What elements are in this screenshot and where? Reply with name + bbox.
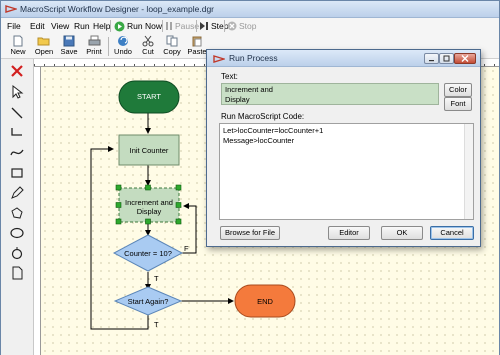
menu-run[interactable]: Run xyxy=(74,21,90,31)
save-button[interactable]: Save xyxy=(56,35,82,58)
print-label: Print xyxy=(86,47,102,56)
increment-display-label: Increment and Display xyxy=(125,198,173,216)
undo-icon xyxy=(118,36,128,46)
maximize-button[interactable] xyxy=(439,53,454,64)
circle-tool-icon[interactable] xyxy=(9,245,25,261)
copy-label: Copy xyxy=(163,47,181,56)
minimize-icon xyxy=(429,60,434,62)
menu-file[interactable]: File xyxy=(7,21,21,31)
text-label: Text: xyxy=(221,72,238,81)
save-label: Save xyxy=(60,47,78,56)
title-bar[interactable]: MacroScript Workflow Designer - loop_exa… xyxy=(1,1,499,18)
open-folder-icon xyxy=(37,37,50,46)
new-button[interactable]: New xyxy=(5,35,31,58)
menu-edit[interactable]: Edit xyxy=(30,21,45,31)
step-icon xyxy=(200,22,208,30)
new-label: New xyxy=(10,47,26,56)
print-button[interactable]: Print xyxy=(81,35,107,58)
copy-icon xyxy=(166,35,178,47)
toolbar-divider xyxy=(108,37,109,56)
stop-label: Stop xyxy=(239,21,257,31)
code-label: Run MacroScript Code: xyxy=(221,112,305,121)
app-logo-icon xyxy=(5,5,17,13)
false-branch-label: F xyxy=(184,244,189,253)
run-process-dialog: Run Process Text: Increment and Display … xyxy=(206,49,481,247)
run-now-button[interactable]: Run Now xyxy=(114,19,162,33)
stop-icon xyxy=(227,21,237,31)
pause-icon xyxy=(166,22,172,30)
macroscript-code-editor[interactable]: Let>locCounter=locCounter+1 Message>locC… xyxy=(219,123,474,220)
code-scrollbar[interactable] xyxy=(464,124,473,219)
text-value-line1: Increment and xyxy=(225,85,273,94)
main-window: MacroScript Workflow Designer - loop_exa… xyxy=(0,0,500,355)
code-line-1: Let>locCounter=locCounter+1 xyxy=(223,126,324,135)
run-now-icon xyxy=(114,21,125,31)
step-label: Step xyxy=(211,21,229,31)
connector-tool-icon[interactable] xyxy=(9,125,25,141)
pause-button[interactable]: Pause xyxy=(165,19,199,33)
paste-clipboard-icon xyxy=(192,36,202,47)
undo-label: Undo xyxy=(114,47,132,56)
ellipse-tool-icon[interactable] xyxy=(9,225,25,241)
stop-button[interactable]: Stop xyxy=(227,19,257,33)
minimize-button[interactable] xyxy=(424,53,439,64)
shape-palette xyxy=(1,59,34,355)
cut-button[interactable]: Cut xyxy=(135,35,161,58)
dialog-title-bar[interactable]: Run Process xyxy=(207,50,480,67)
init-counter-label: Init Counter xyxy=(129,146,169,155)
pen-tool-icon[interactable] xyxy=(9,185,25,201)
delete-red-x-icon[interactable] xyxy=(9,63,25,79)
copy-button[interactable]: Copy xyxy=(159,35,185,58)
run-divider-3 xyxy=(224,20,225,32)
editor-button[interactable]: Editor xyxy=(328,226,370,240)
cut-label: Cut xyxy=(142,47,154,56)
close-icon xyxy=(461,55,469,62)
maximize-icon xyxy=(443,55,450,62)
dialog-app-icon xyxy=(213,55,225,63)
open-button[interactable]: Open xyxy=(31,35,57,58)
close-button[interactable] xyxy=(454,53,476,64)
ok-button[interactable]: OK xyxy=(381,226,423,240)
menu-bar: File Edit View Run Help Run Now Pause St… xyxy=(1,18,499,34)
undo-button[interactable]: Undo xyxy=(110,35,136,58)
color-button[interactable]: Color xyxy=(444,83,472,97)
polygon-tool-icon[interactable] xyxy=(9,205,25,221)
new-file-icon xyxy=(13,35,23,47)
text-value-line2: Display xyxy=(225,95,250,104)
menu-view[interactable]: View xyxy=(51,21,69,31)
line-tool-icon[interactable] xyxy=(9,105,25,121)
dialog-title: Run Process xyxy=(229,53,278,63)
open-label: Open xyxy=(34,47,54,56)
run-divider-2 xyxy=(196,20,197,32)
menu-help[interactable]: Help xyxy=(93,21,110,31)
pointer-icon[interactable] xyxy=(9,84,25,100)
run-now-label: Run Now xyxy=(127,21,162,31)
window-title: MacroScript Workflow Designer - loop_exa… xyxy=(20,4,215,14)
true-branch-label: T xyxy=(154,274,159,283)
counter-decision-label: Counter = 10? xyxy=(124,249,172,258)
cancel-button[interactable]: Cancel xyxy=(430,226,474,240)
end-node-label: END xyxy=(257,297,273,306)
run-divider-1 xyxy=(162,20,163,32)
save-disk-icon xyxy=(63,35,75,47)
rectangle-tool-icon[interactable] xyxy=(9,165,25,181)
scissors-icon xyxy=(142,35,154,47)
document-shape-icon[interactable] xyxy=(9,265,25,281)
start-node-label: START xyxy=(137,92,161,101)
text-value-field[interactable]: Increment and Display xyxy=(221,83,439,105)
start-again-label: Start Again? xyxy=(127,297,169,306)
vertical-ruler xyxy=(34,67,41,355)
true-branch-label-2: T xyxy=(154,320,159,329)
curve-tool-icon[interactable] xyxy=(9,145,25,161)
menu-divider xyxy=(110,20,111,32)
browse-file-button[interactable]: Browse for File xyxy=(220,226,280,240)
code-line-2: Message>locCounter xyxy=(223,136,295,145)
font-button[interactable]: Font xyxy=(444,97,472,111)
printer-icon xyxy=(88,35,100,46)
